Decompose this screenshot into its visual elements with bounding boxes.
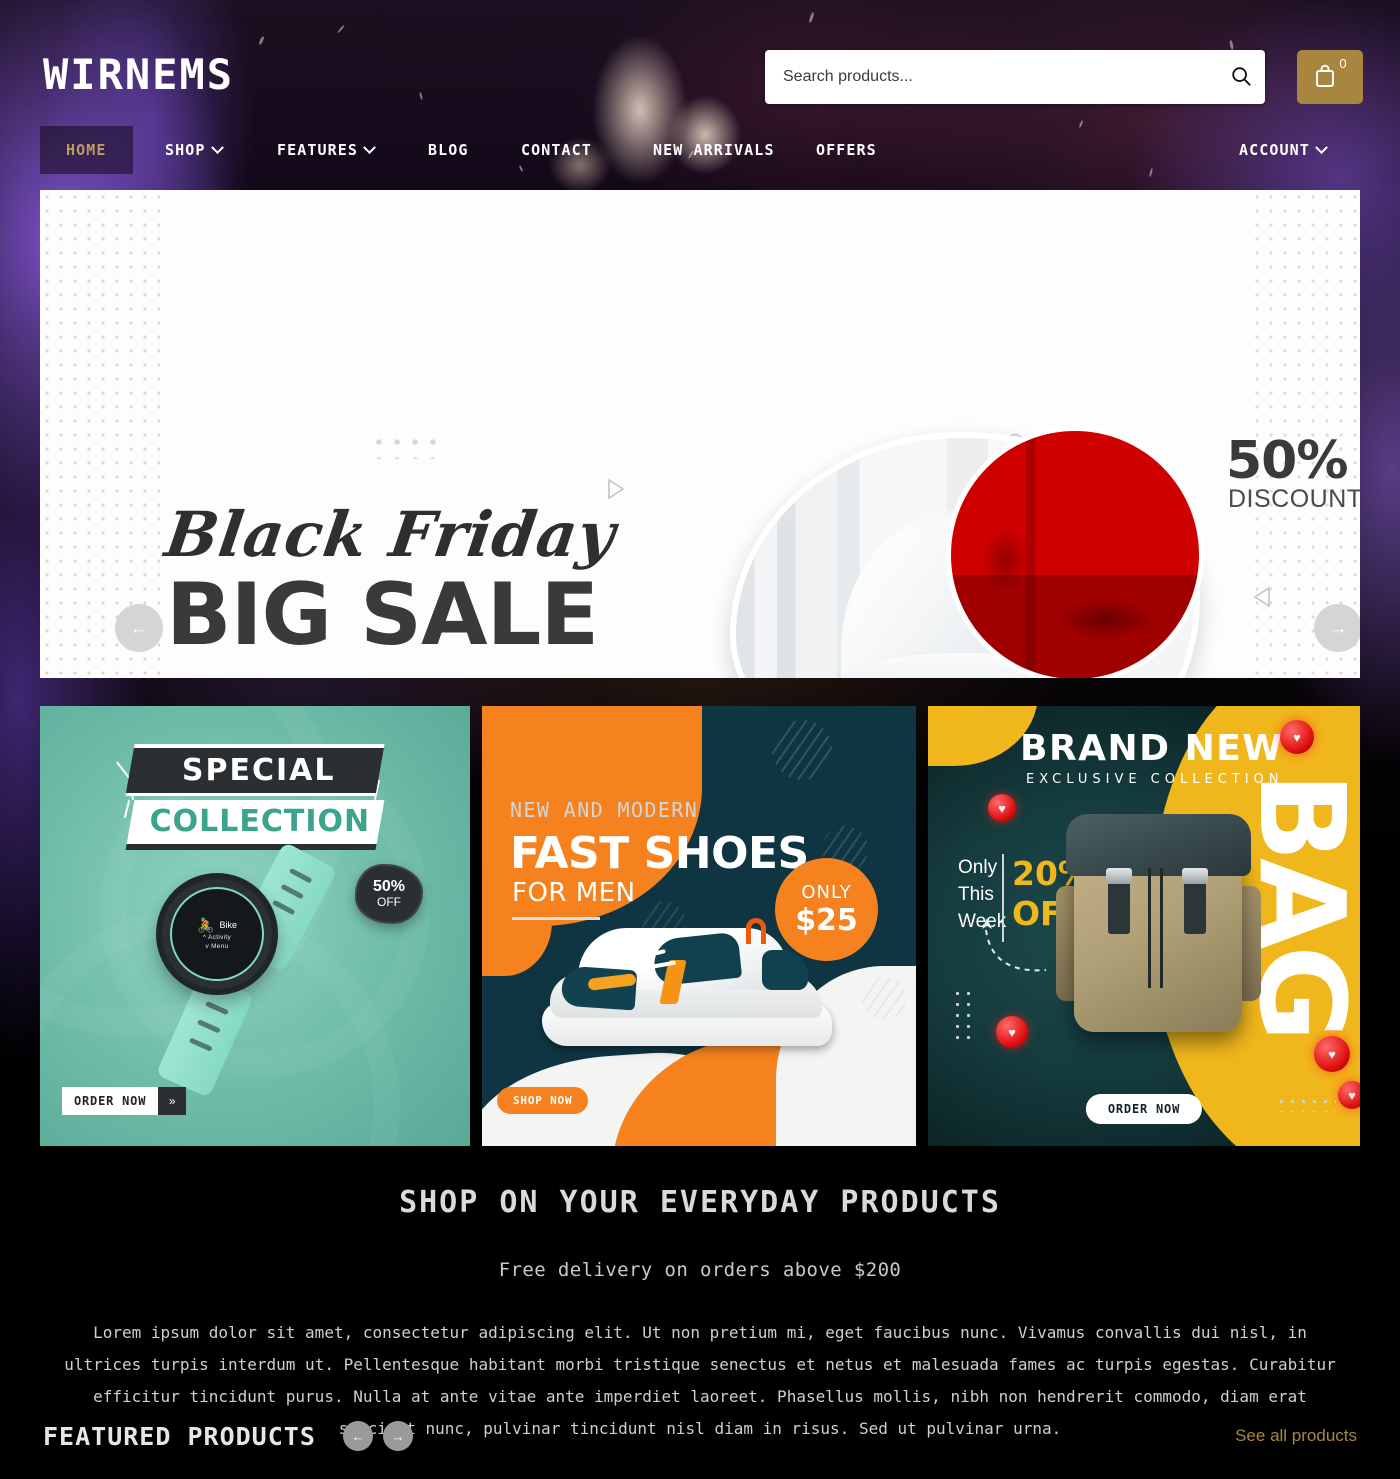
heart-icon-5: ♥ (1338, 1081, 1360, 1109)
dot-decoration-bottom (1276, 1096, 1336, 1112)
featured-products-section: FEATURED PRODUCTS ← → See all products (0, 1418, 1400, 1479)
watch-mode-label: Bike (219, 920, 237, 930)
watch-down-label: Menu (211, 943, 229, 950)
nav-item-account[interactable]: ACCOUNT (1239, 126, 1328, 174)
nav-item-blog[interactable]: BLOG (428, 126, 469, 174)
sneaker-image (542, 902, 832, 1052)
hero-prev-button[interactable]: ← (115, 604, 163, 652)
heart-icon-3: ♥ (1280, 720, 1314, 754)
search-input[interactable] (765, 68, 1217, 86)
promo2-title: FAST SHOES (510, 828, 809, 879)
brand-logo[interactable]: WIRNEMS (43, 50, 234, 99)
triangle-outline-decoration-2 (1252, 586, 1272, 613)
nav-item-label: HOME (66, 141, 107, 159)
promo-cards-row: SPECIAL COLLECTION 🚴 Bike ^ Activity v M… (40, 706, 1360, 1146)
promo-card-fast-shoes[interactable]: NEW AND MODERN FAST SHOES FOR MEN ONLY $… (482, 706, 916, 1146)
site-header: WIRNEMS 0 HOME SHOP FEATURES (0, 0, 1400, 190)
nav-item-label: BLOG (428, 141, 469, 159)
arrow-left-icon: ← (129, 617, 149, 639)
promo3-order-now-button[interactable]: ORDER NOW (1085, 1094, 1203, 1124)
curved-arrow-icon (980, 918, 1052, 991)
watch-screen: 🚴 Bike ^ Activity v Menu (170, 887, 264, 981)
hero-product-image (730, 426, 1204, 678)
nav-item-label: FEATURES (277, 141, 359, 159)
nav-item-contact[interactable]: CONTACT (521, 126, 592, 174)
promo2-shop-now-button[interactable]: SHOP NOW (497, 1087, 589, 1114)
nav-item-shop[interactable]: SHOP (165, 126, 224, 174)
cart-button[interactable]: 0 (1297, 50, 1363, 104)
hero-discount-value: 50% (1226, 431, 1348, 491)
hero-red-circle-overlay (946, 426, 1204, 678)
chevron-down-icon (210, 140, 224, 154)
dot-decoration-left (952, 988, 974, 1044)
search-bar (765, 50, 1265, 104)
chevron-down-icon (1315, 140, 1328, 154)
arrow-right-icon: → (1328, 617, 1348, 639)
hero-main-title: BIG SALE (166, 565, 599, 665)
cart-count: 0 (1339, 56, 1347, 71)
promo3-bag-word: BAG (1233, 772, 1360, 1039)
featured-next-button[interactable]: → (383, 1421, 413, 1451)
backpack-image (1056, 806, 1261, 1046)
heart-icon-2: ♥ (996, 1016, 1028, 1048)
nav-item-offers[interactable]: OFFERS (816, 126, 877, 174)
shop-section-title: SHOP ON YOUR EVERYDAY PRODUCTS (399, 1185, 1001, 1220)
watch-up-label: Activity (208, 934, 232, 941)
nav-item-label: SHOP (165, 141, 206, 159)
bike-icon: 🚴 (197, 917, 215, 933)
shop-info-section: SHOP ON YOUR EVERYDAY PRODUCTS Free deli… (0, 1185, 1400, 1445)
hero-script-title: Black Friday (160, 498, 621, 571)
search-icon (1230, 65, 1252, 90)
heart-icon-4: ♥ (1314, 1036, 1350, 1072)
discount-badge: 50% OFF (355, 864, 423, 924)
nav-item-label: OFFERS (816, 141, 877, 159)
see-all-products-link[interactable]: See all products (1235, 1426, 1357, 1446)
hero-banner: Black Friday BIG SALE Lorem ipsum dolor … (40, 190, 1360, 678)
hero-description: Lorem ipsum dolor sit amet, consectetur … (166, 671, 596, 678)
hero-discount-label: DISCOUNT (1228, 485, 1360, 513)
badge-title-bottom: COLLECTION (125, 800, 385, 850)
nav-item-label: CONTACT (521, 141, 592, 159)
arrow-right-icon: → (391, 1428, 405, 1444)
button-label: ORDER NOW (74, 1094, 147, 1108)
nav-item-label: NEW ARRIVALS (653, 141, 775, 159)
main-navigation: HOME SHOP FEATURES BLOG CONTACT NEW ARRI… (0, 126, 1400, 174)
chevron-double-right-icon: » (158, 1087, 187, 1115)
heart-icon-1: ♥ (988, 794, 1016, 822)
discount-label: OFF (377, 895, 401, 909)
dot-grid-decoration (370, 433, 442, 459)
shopping-bag-icon (1313, 63, 1337, 92)
nav-item-new-arrivals[interactable]: NEW ARRIVALS (653, 126, 775, 174)
hero-next-button[interactable]: → (1314, 604, 1360, 652)
price-prefix: ONLY (801, 881, 852, 903)
featured-products-title: FEATURED PRODUCTS (43, 1422, 316, 1451)
nav-item-features[interactable]: FEATURES (277, 126, 376, 174)
free-delivery-note: Free delivery on orders above $200 (498, 1259, 902, 1281)
promo3-title: BRAND NEW (1020, 728, 1284, 769)
search-button[interactable] (1217, 50, 1265, 104)
smartwatch-image: 🚴 Bike ^ Activity v Menu (136, 841, 356, 1098)
arrow-left-icon: ← (351, 1428, 365, 1444)
featured-prev-button[interactable]: ← (343, 1421, 373, 1451)
special-collection-badge: SPECIAL COLLECTION (125, 744, 385, 850)
nav-item-label: ACCOUNT (1239, 141, 1310, 159)
badge-title-top: SPECIAL (125, 744, 385, 796)
nav-item-home[interactable]: HOME (40, 126, 133, 174)
chevron-down-icon (363, 140, 376, 154)
promo1-order-now-button[interactable]: ORDER NOW » (62, 1087, 187, 1115)
promo2-eyebrow: NEW AND MODERN (510, 798, 699, 822)
discount-value: 50% (372, 878, 406, 895)
promo-card-special-collection[interactable]: SPECIAL COLLECTION 🚴 Bike ^ Activity v M… (40, 706, 470, 1146)
promo-card-brand-new-bag[interactable]: BRAND NEW EXCLUSIVE COLLECTION BAG Only … (928, 706, 1360, 1146)
